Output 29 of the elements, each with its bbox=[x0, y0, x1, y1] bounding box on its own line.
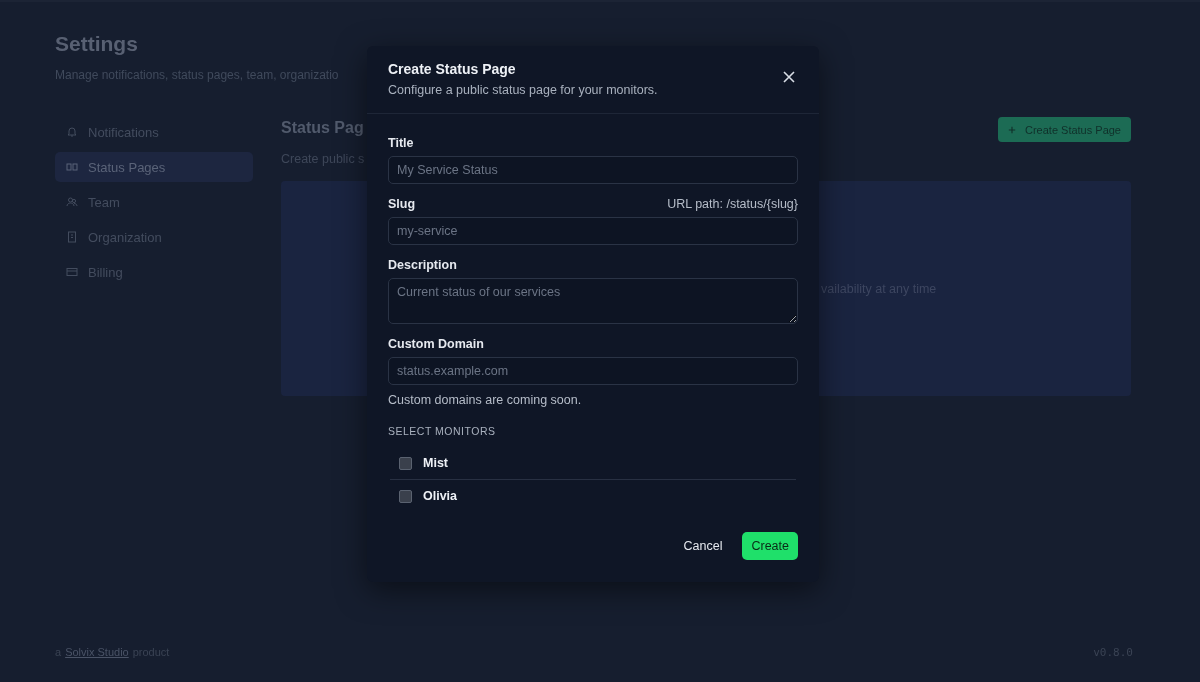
input-field[interactable]: my-service bbox=[388, 217, 798, 245]
section-heading: SELECT MONITORS bbox=[388, 425, 497, 437]
dialog-subtitle: Configure a public status page for your monitors. bbox=[388, 83, 658, 97]
create-status-page-button[interactable]: Create Status Page bbox=[998, 117, 1131, 142]
field-label: Description bbox=[388, 258, 457, 272]
field-hint: URL path: /status/{slug} bbox=[667, 197, 798, 211]
pages-icon bbox=[66, 161, 78, 173]
section-title: Status Pag bbox=[281, 119, 365, 137]
field-label: Slug bbox=[388, 197, 416, 211]
field-label: Custom Domain bbox=[388, 337, 484, 351]
cancel-button[interactable]: Cancel bbox=[673, 532, 733, 560]
building-icon bbox=[66, 231, 78, 243]
field-label: Title bbox=[388, 136, 414, 150]
plus-icon bbox=[1008, 125, 1016, 134]
sidebar-item[interactable]: Status Pages bbox=[55, 152, 253, 182]
card-icon bbox=[66, 266, 78, 278]
page-title: Settings bbox=[55, 32, 138, 56]
description-field[interactable]: Current status of our services bbox=[388, 278, 798, 324]
dialog-title: Create Status Page bbox=[388, 61, 517, 77]
input-field[interactable]: status.example.com bbox=[388, 357, 798, 385]
bell-icon bbox=[66, 126, 78, 138]
checkbox[interactable] bbox=[399, 456, 412, 470]
monitor-name: Olivia bbox=[423, 489, 458, 503]
input-field[interactable]: My Service Status bbox=[388, 156, 798, 184]
create-button[interactable]: Create bbox=[742, 532, 798, 560]
help-text: Custom domains are coming soon. bbox=[388, 393, 583, 407]
users-icon bbox=[66, 196, 78, 208]
monitor-name: Mist bbox=[423, 456, 448, 470]
checkbox[interactable] bbox=[399, 489, 412, 503]
